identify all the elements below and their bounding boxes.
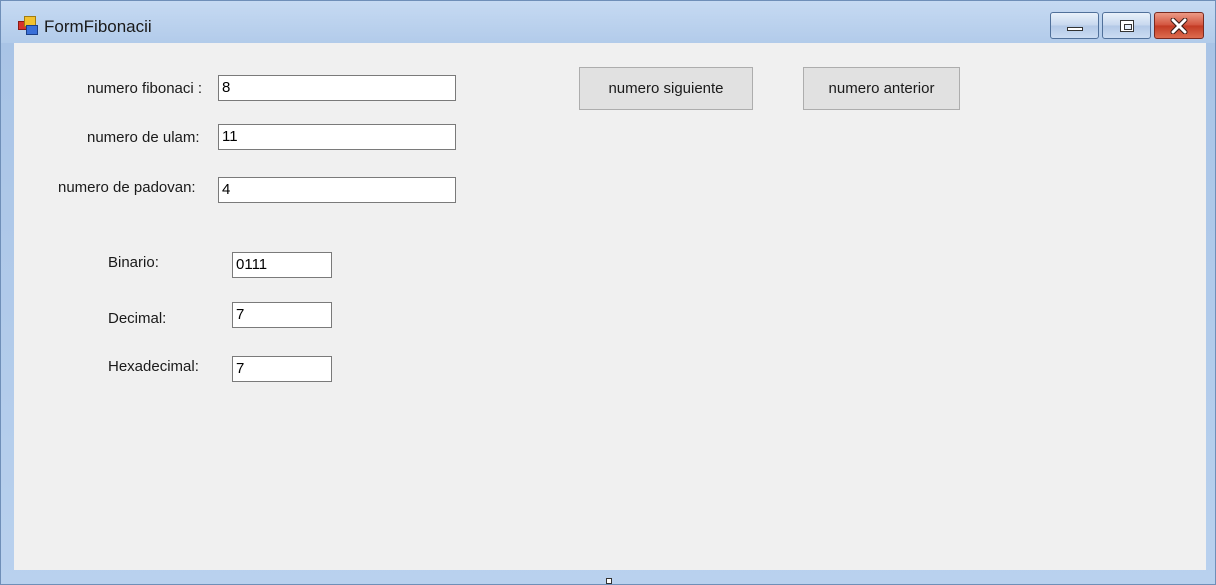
decimal-label: Decimal: [108,310,167,327]
binario-input[interactable]: 0111 [232,252,332,278]
app-icon[interactable] [18,16,38,35]
title-bar[interactable]: FormFibonacii [1,1,1215,43]
close-icon [1170,17,1188,34]
padovan-label: numero de padovan: [58,179,196,196]
close-button[interactable] [1154,12,1204,39]
maximize-button[interactable] [1102,12,1151,39]
resize-grip[interactable] [606,578,612,584]
ulam-label: numero de ulam: [87,129,200,146]
binario-label: Binario: [108,254,159,271]
form-client-area: numero fibonaci : 8 numero de ulam: 11 n… [14,43,1206,570]
ulam-input[interactable]: 11 [218,124,456,150]
fibonacci-input[interactable]: 8 [218,75,456,101]
next-number-button[interactable]: numero siguiente [579,67,753,110]
padovan-input[interactable]: 4 [218,177,456,203]
app-window: FormFibonacii numero fibonaci : 8 numero… [0,0,1216,585]
window-title: FormFibonacii [44,17,152,36]
fibonacci-label: numero fibonaci : [87,80,203,97]
maximize-icon [1119,19,1134,32]
hexadecimal-label: Hexadecimal: [108,358,199,375]
previous-number-button[interactable]: numero anterior [803,67,960,110]
hexadecimal-input[interactable]: 7 [232,356,332,382]
decimal-input[interactable]: 7 [232,302,332,328]
minimize-icon [1066,26,1083,31]
minimize-button[interactable] [1050,12,1099,39]
